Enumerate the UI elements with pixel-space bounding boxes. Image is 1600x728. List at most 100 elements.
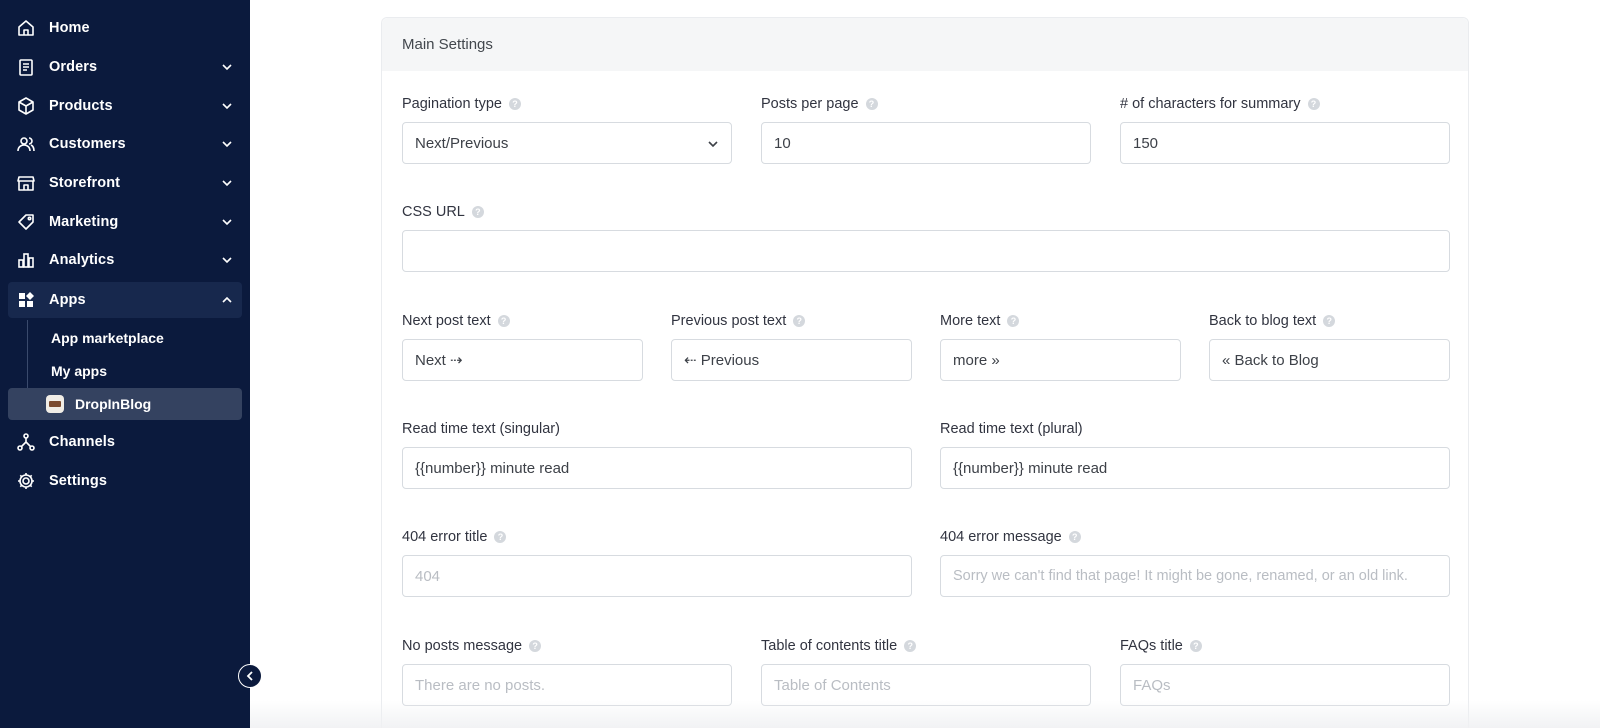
sidebar-item-orders[interactable]: Orders — [8, 49, 242, 85]
field-label: Next post text — [402, 313, 491, 329]
sidebar-subitem-dropinblog[interactable]: DropInBlog — [8, 388, 242, 420]
sidebar-subitem-label: My apps — [51, 363, 108, 379]
read-time-singular-field: Read time text (singular) {{number}} min… — [402, 420, 912, 489]
error-404-message-field: 404 error message? Sorry we can't find t… — [940, 528, 1450, 597]
help-icon[interactable]: ? — [1068, 531, 1081, 543]
storefront-icon — [16, 173, 36, 193]
field-label: No posts message — [402, 638, 523, 654]
back-to-blog-text-input[interactable]: « Back to Blog — [1209, 339, 1450, 381]
help-icon[interactable]: ? — [1007, 315, 1020, 327]
posts-per-page-input[interactable]: 10 — [761, 122, 1091, 164]
back-to-blog-text-field: Back to blog text? « Back to Blog — [1209, 312, 1450, 381]
help-icon[interactable]: ? — [904, 640, 917, 652]
field-label: Posts per page — [761, 96, 859, 112]
products-icon — [16, 96, 36, 116]
sidebar-item-label: Apps — [49, 292, 86, 308]
panel-title: Main Settings — [402, 36, 493, 53]
field-label: Table of contents title — [761, 638, 898, 654]
bottom-shadow — [250, 700, 1600, 728]
field-label: Back to blog text — [1209, 313, 1317, 329]
sidebar-item-label: Channels — [49, 434, 116, 450]
sidebar-item-channels[interactable]: Channels — [8, 424, 242, 460]
sidebar-item-products[interactable]: Products — [8, 88, 242, 124]
analytics-icon — [16, 250, 36, 270]
sidebar-item-settings[interactable]: Settings — [8, 463, 242, 499]
marketing-icon — [16, 212, 36, 232]
field-label: Previous post text — [671, 313, 787, 329]
field-label: 404 error title — [402, 529, 488, 545]
read-time-plural-input[interactable]: {{number}} minute read — [940, 447, 1450, 489]
chevron-down-icon — [220, 253, 234, 267]
field-label: FAQs title — [1120, 638, 1183, 654]
next-post-text-input[interactable]: Next ⇢ — [402, 339, 643, 381]
sidebar-item-label: Marketing — [49, 214, 119, 230]
field-label: More text — [940, 313, 1001, 329]
summary-characters-field: # of characters for summary? 150 — [1120, 95, 1450, 164]
error-404-title-input[interactable]: 404 — [402, 555, 912, 597]
help-icon[interactable]: ? — [793, 315, 806, 327]
pagination-type-field: Pagination type? Next/Previous — [402, 95, 732, 164]
more-text-input[interactable]: more » — [940, 339, 1181, 381]
chevron-down-icon — [220, 215, 234, 229]
summary-characters-input[interactable]: 150 — [1120, 122, 1450, 164]
customers-icon — [16, 134, 36, 154]
chevron-down-icon — [220, 137, 234, 151]
sidebar-item-label: Analytics — [49, 252, 115, 268]
help-icon[interactable]: ? — [1323, 315, 1336, 327]
channels-icon — [16, 432, 36, 452]
main-settings-panel: Main Settings Pagination type? Next/Prev… — [381, 17, 1469, 728]
read-time-plural-field: Read time text (plural) {{number}} minut… — [940, 420, 1450, 489]
read-time-singular-input[interactable]: {{number}} minute read — [402, 447, 912, 489]
help-icon[interactable]: ? — [865, 98, 878, 110]
faqs-title-field: FAQs title? FAQs — [1120, 637, 1450, 706]
sidebar-item-analytics[interactable]: Analytics — [8, 242, 242, 278]
dropinblog-logo-icon — [46, 395, 64, 413]
sidebar-subitem-app-marketplace[interactable]: App marketplace — [8, 322, 242, 354]
help-icon[interactable]: ? — [1189, 640, 1202, 652]
main-content: Main Settings Pagination type? Next/Prev… — [250, 0, 1600, 728]
field-label: # of characters for summary — [1120, 96, 1301, 112]
help-icon[interactable]: ? — [1307, 98, 1320, 110]
help-icon[interactable]: ? — [497, 315, 510, 327]
sidebar-item-label: Storefront — [49, 175, 121, 191]
settings-icon — [16, 471, 36, 491]
orders-icon — [16, 57, 36, 77]
sidebar-subitem-label: DropInBlog — [75, 396, 152, 412]
chevron-down-icon — [220, 176, 234, 190]
sidebar-item-storefront[interactable]: Storefront — [8, 165, 242, 201]
help-icon[interactable]: ? — [471, 206, 484, 218]
chevron-down-icon — [707, 138, 719, 150]
sidebar-item-label: Products — [49, 98, 113, 114]
previous-post-text-field: Previous post text? ⇠ Previous — [671, 312, 912, 381]
sidebar-item-marketing[interactable]: Marketing — [8, 204, 242, 240]
sidebar-item-home[interactable]: Home — [8, 10, 242, 46]
posts-per-page-field: Posts per page? 10 — [761, 95, 1091, 164]
help-icon[interactable]: ? — [508, 98, 521, 110]
panel-header: Main Settings — [382, 18, 1468, 71]
css-url-input[interactable] — [402, 230, 1450, 272]
previous-post-text-input[interactable]: ⇠ Previous — [671, 339, 912, 381]
error-404-message-input[interactable]: Sorry we can't find that page! It might … — [940, 555, 1450, 597]
css-url-field: CSS URL? — [402, 203, 1450, 272]
collapse-sidebar-button[interactable] — [238, 664, 262, 688]
apps-icon — [16, 290, 36, 310]
sidebar-item-label: Orders — [49, 59, 98, 75]
no-posts-message-field: No posts message? There are no posts. — [402, 637, 732, 706]
select-value: Next/Previous — [415, 134, 509, 152]
chevron-down-icon — [220, 60, 234, 74]
help-icon[interactable]: ? — [494, 531, 507, 543]
error-404-title-field: 404 error title? 404 — [402, 528, 912, 597]
help-icon[interactable]: ? — [529, 640, 542, 652]
field-label: CSS URL — [402, 204, 465, 220]
chevron-down-icon — [220, 99, 234, 113]
sidebar: Home Orders Products Customers Storefron… — [0, 0, 250, 728]
sidebar-item-label: Home — [49, 20, 90, 36]
sidebar-item-apps[interactable]: Apps — [8, 282, 242, 318]
sidebar-item-label: Customers — [49, 136, 126, 152]
sidebar-subitem-my-apps[interactable]: My apps — [8, 355, 242, 387]
field-label: Read time text (singular) — [402, 421, 560, 437]
field-label: Pagination type — [402, 96, 502, 112]
sidebar-item-customers[interactable]: Customers — [8, 126, 242, 162]
pagination-type-select[interactable]: Next/Previous — [402, 122, 732, 164]
next-post-text-field: Next post text? Next ⇢ — [402, 312, 643, 381]
